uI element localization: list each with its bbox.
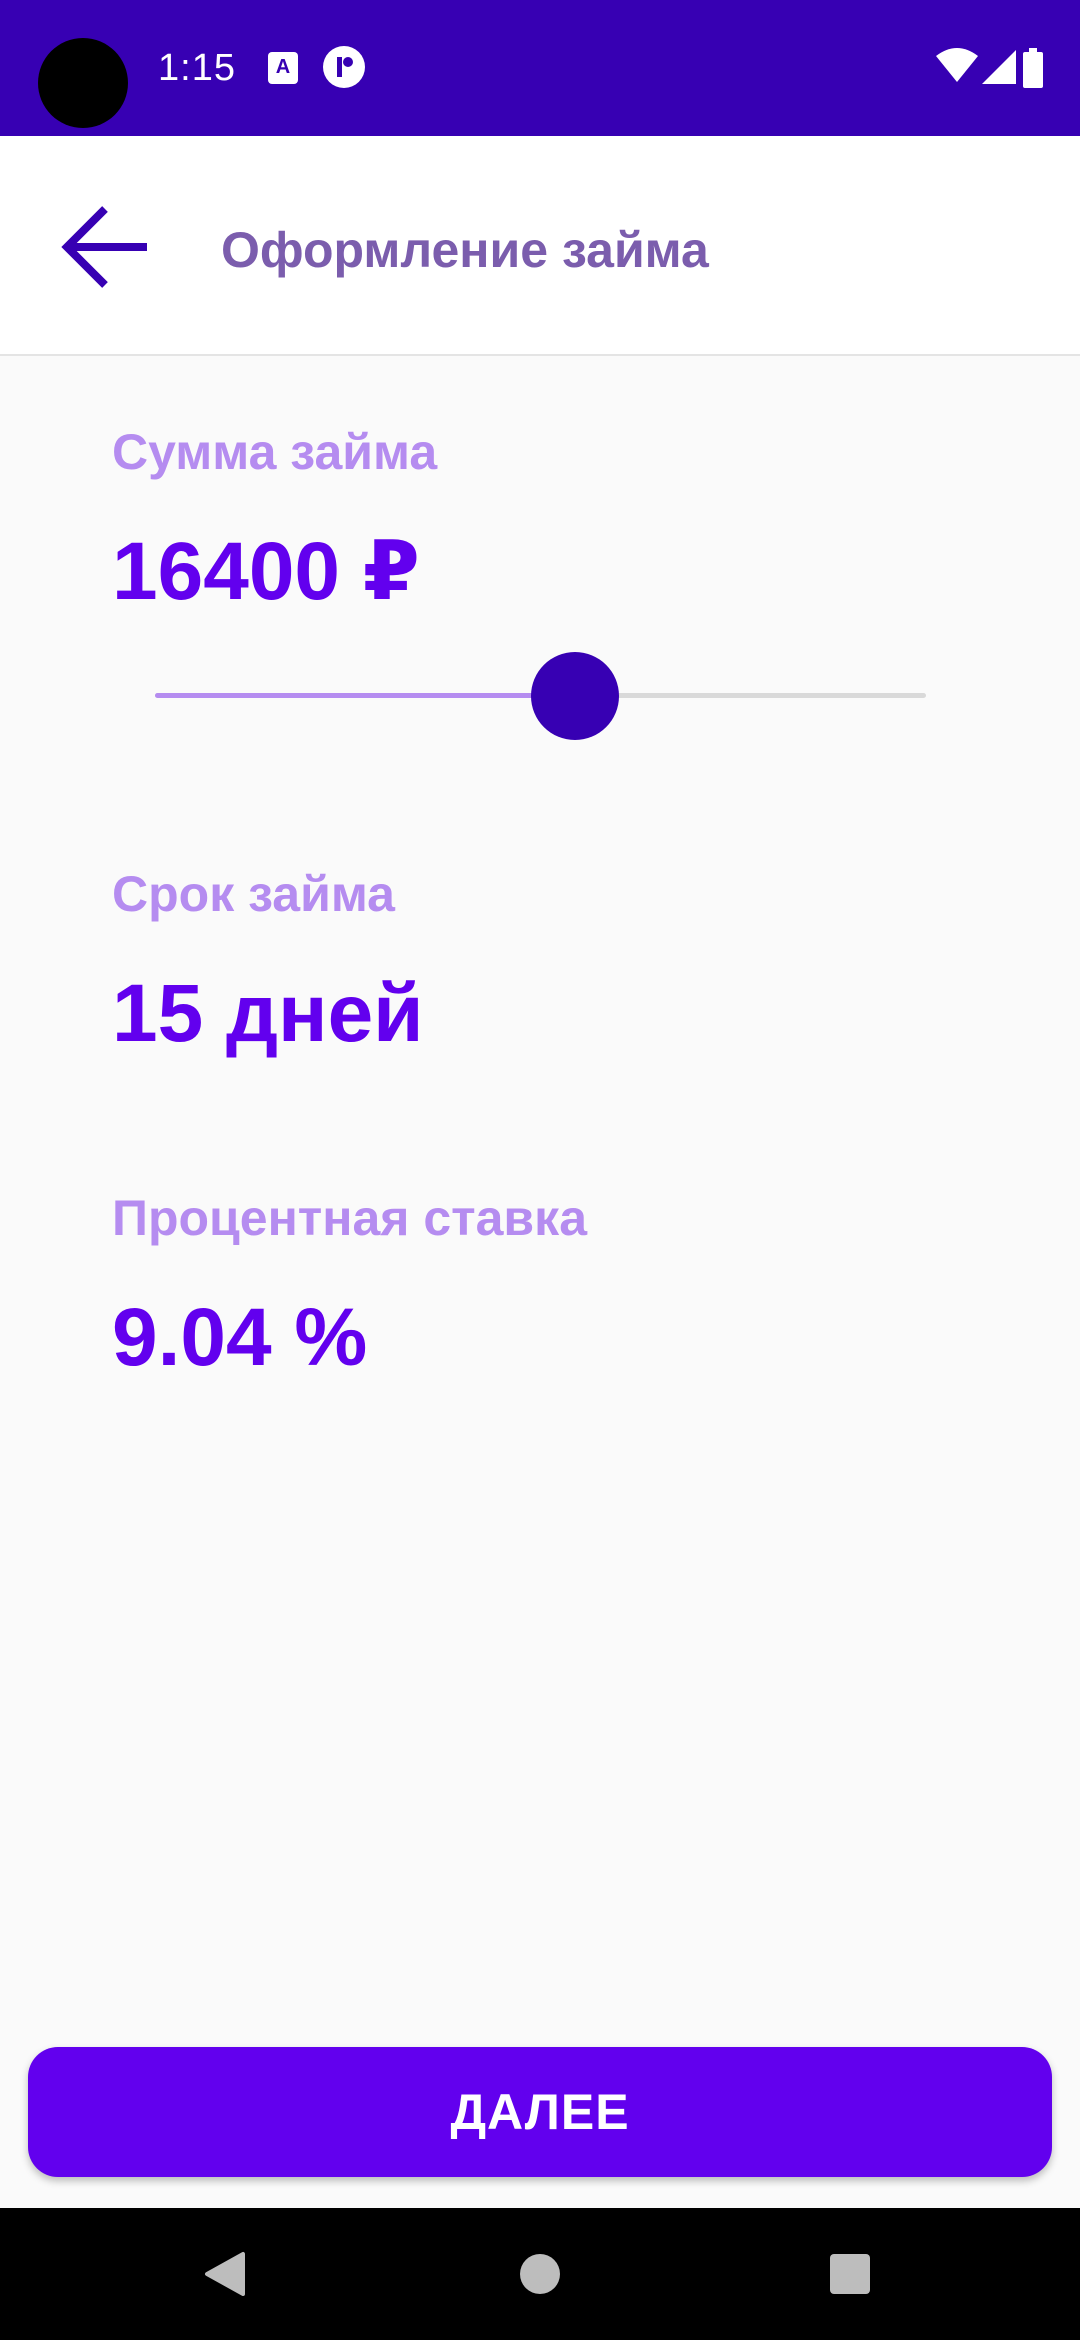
slider-fill xyxy=(155,693,575,698)
arrow-left-icon xyxy=(61,206,147,288)
next-button[interactable]: ДАЛЕЕ xyxy=(28,2047,1052,2177)
nav-back-button[interactable] xyxy=(165,2208,285,2340)
amount-slider[interactable] xyxy=(155,650,926,740)
back-button[interactable] xyxy=(50,192,160,302)
page-title: Оформление займа xyxy=(221,222,709,278)
nav-recents-button[interactable] xyxy=(790,2208,910,2340)
recents-square-icon xyxy=(830,2254,870,2294)
amount-label: Сумма займа xyxy=(112,424,438,480)
notification-app-icon xyxy=(323,46,365,88)
camera-cutout xyxy=(38,38,128,128)
term-value: 15 дней xyxy=(112,968,424,1059)
slider-thumb[interactable] xyxy=(531,652,619,740)
nav-home-button[interactable] xyxy=(480,2208,600,2340)
back-triangle-icon xyxy=(205,2252,245,2296)
app-bar: Оформление займа xyxy=(0,136,1080,356)
status-time: 1:15 xyxy=(158,47,236,89)
rate-label: Процентная ставка xyxy=(112,1190,587,1246)
loan-application-screen: 1:15 A Оформление займа Сумма займа 1640… xyxy=(0,0,1080,2340)
wifi-icon xyxy=(936,48,978,82)
notification-a-icon: A xyxy=(268,52,298,84)
signal-icon xyxy=(982,50,1016,84)
amount-value: 16400 ₽ xyxy=(112,526,420,617)
term-label: Срок займа xyxy=(112,866,395,922)
navigation-bar xyxy=(0,2208,1080,2340)
status-bar: 1:15 A xyxy=(0,0,1080,136)
rate-value: 9.04 % xyxy=(112,1292,368,1383)
battery-icon xyxy=(1023,48,1043,88)
home-circle-icon xyxy=(520,2254,560,2294)
